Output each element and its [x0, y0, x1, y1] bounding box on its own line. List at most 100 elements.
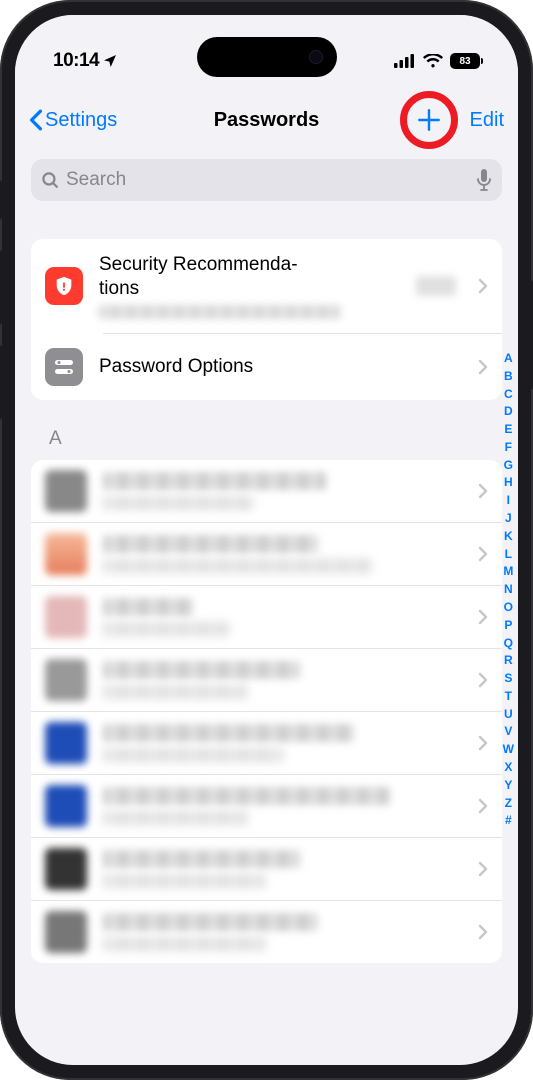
edit-button[interactable]: Edit: [470, 109, 504, 132]
wifi-icon: [423, 54, 443, 69]
alpha-letter[interactable]: F: [503, 440, 514, 456]
battery-percent: 83: [459, 56, 470, 67]
options-icon: [45, 348, 83, 386]
alpha-letter[interactable]: K: [503, 529, 514, 545]
list-item[interactable]: [31, 460, 502, 523]
front-camera: [309, 50, 323, 64]
site-icon: [45, 659, 87, 701]
security-icon: [45, 267, 83, 305]
alpha-letter[interactable]: S: [503, 671, 514, 687]
alpha-letter[interactable]: P: [503, 618, 514, 634]
mute-switch: [0, 180, 2, 220]
page-title: Passwords: [214, 109, 320, 132]
security-recommendations-row[interactable]: Security Recommenda- tions: [31, 239, 502, 333]
blurred-count: [416, 276, 456, 296]
alpha-letter[interactable]: W: [503, 742, 514, 758]
blurred-subtitle: [103, 496, 254, 510]
site-icon: [45, 911, 87, 953]
site-icon: [45, 470, 87, 512]
alpha-letter[interactable]: N: [503, 582, 514, 598]
alpha-letter[interactable]: H: [503, 475, 514, 491]
highlight-circle: [400, 91, 458, 149]
alpha-letter[interactable]: R: [503, 653, 514, 669]
site-icon: [45, 785, 87, 827]
section-header-a: A: [49, 428, 502, 450]
alpha-letter[interactable]: M: [503, 564, 514, 580]
content-area: Security Recommenda- tions Password Opti…: [15, 211, 518, 963]
options-label: Password Options: [99, 355, 462, 379]
blurred-title: [103, 724, 354, 742]
alpha-letter[interactable]: V: [503, 724, 514, 740]
chevron-right-icon: [478, 609, 488, 625]
list-item[interactable]: [31, 586, 502, 649]
alpha-letter[interactable]: A: [503, 351, 514, 367]
blurred-title: [103, 661, 300, 679]
search-input[interactable]: Search: [31, 159, 502, 201]
volume-up-button: [0, 250, 2, 325]
alpha-letter[interactable]: C: [503, 387, 514, 403]
add-button[interactable]: [402, 93, 456, 147]
alpha-letter[interactable]: Z: [503, 796, 514, 812]
alpha-letter[interactable]: I: [503, 493, 514, 509]
security-label: Security Recommenda- tions: [99, 253, 400, 301]
blurred-subtitle: [103, 685, 247, 699]
back-label: Settings: [45, 109, 117, 132]
blurred-title: [103, 535, 318, 553]
blurred-subtitle: [103, 937, 265, 951]
microphone-icon[interactable]: [476, 169, 492, 191]
list-item[interactable]: [31, 523, 502, 586]
password-options-row[interactable]: Password Options: [31, 334, 502, 400]
status-time: 10:14: [53, 50, 118, 72]
blurred-title: [103, 850, 300, 868]
blurred-subtitle: [103, 748, 283, 762]
blurred-title: [103, 787, 390, 805]
blurred-subtitle: [103, 559, 372, 573]
site-icon: [45, 596, 87, 638]
list-item[interactable]: [31, 838, 502, 901]
alpha-letter[interactable]: L: [503, 547, 514, 563]
location-icon: [102, 53, 118, 69]
chevron-left-icon: [29, 109, 43, 131]
alpha-letter[interactable]: O: [503, 600, 514, 616]
alpha-letter[interactable]: Q: [503, 636, 514, 652]
battery-icon: 83: [450, 53, 480, 69]
back-button[interactable]: Settings: [29, 109, 117, 132]
alpha-letter[interactable]: B: [503, 369, 514, 385]
alpha-index[interactable]: ABCDEFGHIJKLMNOPQRSTUVWXYZ#: [503, 351, 514, 829]
alpha-letter[interactable]: E: [503, 422, 514, 438]
blurred-title: [103, 598, 193, 616]
blurred-subtitle: [103, 811, 247, 825]
chevron-right-icon: [478, 861, 488, 877]
alpha-letter[interactable]: #: [503, 813, 514, 829]
blurred-subtitle: [103, 622, 229, 636]
blurred-title: [103, 472, 326, 490]
alpha-letter[interactable]: X: [503, 760, 514, 776]
alpha-letter[interactable]: Y: [503, 778, 514, 794]
site-icon: [45, 533, 87, 575]
time-text: 10:14: [53, 50, 99, 72]
settings-card: Security Recommenda- tions Password Opti…: [31, 239, 502, 400]
chevron-right-icon: [478, 924, 488, 940]
list-item[interactable]: [31, 649, 502, 712]
blurred-subtitle: [103, 874, 265, 888]
screen: 10:14 83: [15, 15, 518, 1065]
blurred-detail: [99, 305, 340, 319]
list-item[interactable]: [31, 775, 502, 838]
alpha-letter[interactable]: J: [503, 511, 514, 527]
search-icon: [41, 171, 60, 190]
alpha-letter[interactable]: T: [503, 689, 514, 705]
alpha-letter[interactable]: G: [503, 458, 514, 474]
search-placeholder: Search: [66, 169, 470, 191]
phone-frame: 10:14 83: [0, 0, 533, 1080]
nav-bar: Settings Passwords Edit: [15, 85, 518, 159]
list-item[interactable]: [31, 901, 502, 963]
chevron-right-icon: [478, 735, 488, 751]
alpha-letter[interactable]: D: [503, 404, 514, 420]
chevron-right-icon: [478, 672, 488, 688]
dynamic-island: [197, 37, 337, 77]
alpha-letter[interactable]: U: [503, 707, 514, 723]
chevron-right-icon: [478, 546, 488, 562]
site-icon: [45, 722, 87, 764]
list-item[interactable]: [31, 712, 502, 775]
cellular-icon: [394, 54, 416, 68]
